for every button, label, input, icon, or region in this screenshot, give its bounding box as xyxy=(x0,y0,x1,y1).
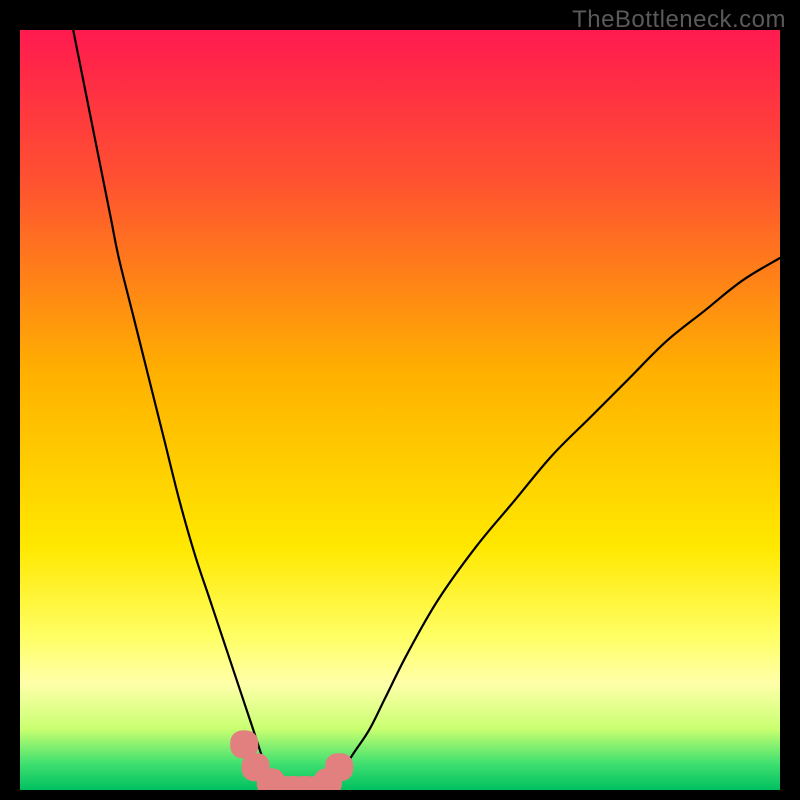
chart-container: TheBottleneck.com xyxy=(0,0,800,800)
gradient-background xyxy=(20,30,780,790)
valley-marker xyxy=(325,753,353,781)
bottleneck-chart xyxy=(20,30,780,790)
